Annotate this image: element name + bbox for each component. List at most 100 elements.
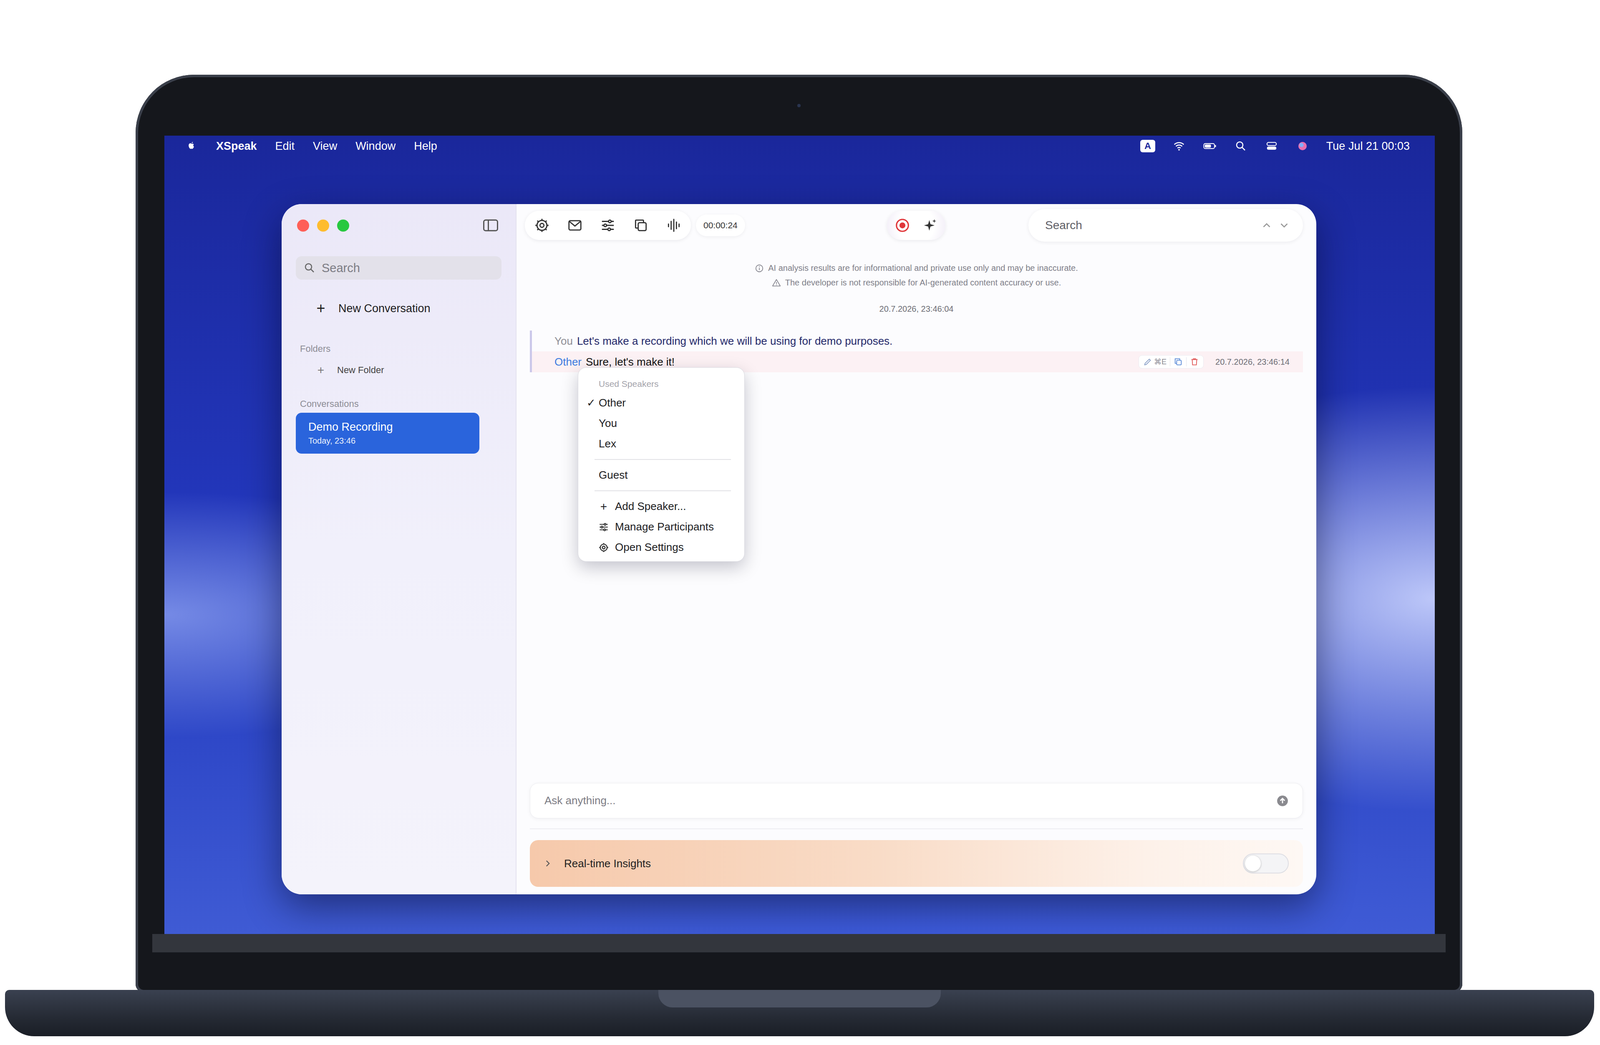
conversation-pane: 00:00:24Search AI analysis results are fo… (516, 204, 1317, 895)
conversation-title: Demo Recording (308, 420, 467, 434)
waveform-icon (665, 217, 682, 234)
control-center-icon[interactable] (1264, 139, 1279, 153)
tool-group (524, 210, 691, 240)
menu-item[interactable]: Window (355, 139, 396, 153)
speaker-label[interactable]: Other (554, 355, 582, 369)
apple-icon[interactable] (185, 139, 198, 153)
speaker-option[interactable]: ✓Other (578, 392, 745, 414)
pencil-icon (1143, 357, 1153, 367)
insights-toggle[interactable] (1242, 853, 1289, 874)
warning-icon (771, 278, 782, 288)
menu-action[interactable]: Open Settings (578, 536, 745, 558)
new-folder-button[interactable]: +New Folder (295, 361, 502, 379)
menu-item[interactable]: View (312, 139, 338, 153)
menu-item[interactable]: Edit (275, 139, 295, 153)
message-row[interactable]: You Let's make a recording which we will … (531, 330, 1303, 352)
wifi-icon[interactable] (1171, 139, 1187, 153)
chevron-up-icon[interactable] (1260, 219, 1273, 232)
search-icon[interactable] (1233, 139, 1248, 153)
zoom-button[interactable] (337, 219, 350, 232)
product-shot: XSpeak Edit View Window Help A Tue Jul 21 00:0… (0, 0, 1600, 1045)
new-conversation-label: New Conversation (338, 302, 431, 315)
sliders-icon (598, 521, 610, 533)
email-button[interactable] (561, 211, 589, 240)
menu-item[interactable]: Help (413, 139, 438, 153)
conversations-heading: Conversations (295, 397, 502, 411)
copy-button[interactable] (627, 211, 655, 240)
sparkle-icon (922, 217, 938, 234)
chat-input[interactable]: Ask anything... (529, 782, 1303, 819)
camera (797, 103, 801, 108)
input-source[interactable]: A (1140, 139, 1156, 153)
sidebar: Search + New Conversation Folders +New Folde… (281, 204, 517, 895)
app-menu[interactable]: XSpeak (216, 139, 258, 153)
sliders-icon (599, 217, 616, 234)
conversation-time: Today, 23:46 (308, 435, 467, 446)
disclaimer-text: AI analysis results are for informationa… (768, 263, 1079, 273)
insights-panel[interactable]: Real-time Insights (529, 839, 1303, 887)
message-timestamp: 20.7.2026, 23:46:14 (1215, 357, 1290, 367)
screen: XSpeak Edit View Window Help A Tue Jul 21 00:0… (164, 135, 1435, 934)
speaker-option[interactable]: Lex (578, 433, 745, 454)
insights-label: Real-time Insights (564, 856, 1243, 870)
send-arrow-icon[interactable] (1276, 794, 1289, 807)
record-button[interactable] (890, 211, 915, 240)
ai-button[interactable] (917, 211, 943, 240)
settings-button[interactable] (528, 211, 556, 240)
speaker-option-label: You (598, 416, 618, 430)
audio-button[interactable] (660, 211, 688, 240)
envelope-icon (566, 217, 583, 234)
guest-option[interactable]: Guest (578, 464, 745, 486)
menu-heading: Used Speakers (578, 375, 745, 393)
message-actions: ⌘E (1138, 355, 1204, 369)
trash-icon[interactable] (1189, 357, 1200, 367)
menu-action[interactable]: + Add Speaker... (578, 496, 745, 517)
title-bar (295, 204, 502, 247)
menu-action-label: Add Speaker... (614, 499, 687, 513)
clock[interactable]: Tue Jul 21 00:03 (1326, 139, 1410, 153)
speaker-option[interactable]: You (578, 413, 745, 434)
divider (529, 828, 1303, 829)
chevron-down-icon[interactable] (1277, 219, 1291, 232)
record-icon (894, 217, 911, 234)
message-row[interactable]: OtherSure, let's make it! ⌘E 20.7.2026, 23… (531, 351, 1303, 373)
minimize-button[interactable] (317, 219, 330, 232)
screen-chin (152, 933, 1446, 953)
chat-placeholder: Ask anything... (544, 793, 1277, 807)
toolbar: 00:00:24Search (524, 209, 1303, 242)
new-conversation-button[interactable]: + New Conversation (295, 296, 502, 320)
edit-button[interactable]: ⌘E (1143, 357, 1167, 367)
menu-bar: XSpeak Edit View Window Help A Tue Jul 21 00:0… (164, 135, 1435, 157)
new-folder-label: New Folder (337, 364, 384, 376)
message-list: You Let's make a recording which we will … (529, 330, 1303, 373)
sidebar-toggle-icon[interactable] (481, 216, 500, 235)
speaker-label[interactable]: You (554, 334, 573, 348)
menu-separator (594, 458, 731, 460)
disclaimer: The developer is not responsible for AI-… (771, 277, 1062, 288)
laptop-base (5, 989, 1595, 1036)
menu-action[interactable]: Manage Participants (578, 516, 745, 537)
speaker-menu: Used Speakers✓Other You Lex Guest + Add Speak… (577, 367, 745, 562)
plus-glyph: + (314, 300, 327, 316)
sidebar-search[interactable]: Search (295, 256, 502, 280)
folders-heading: Folders (295, 342, 502, 356)
search-placeholder: Search (321, 261, 361, 275)
message-text: Sure, let's make it! (585, 355, 675, 369)
chevron-right-icon[interactable] (542, 857, 554, 869)
status-items: A Tue Jul 21 00:03 (1140, 139, 1410, 153)
conversation-item[interactable]: Demo RecordingToday, 23:46 (295, 412, 480, 454)
close-button[interactable] (297, 219, 310, 232)
siri-icon[interactable] (1295, 139, 1310, 153)
lid-notch (658, 989, 941, 1008)
battery-icon[interactable] (1202, 139, 1218, 153)
message-text: Let's make a recording which we will be … (577, 334, 893, 348)
plus-glyph: + (598, 499, 610, 514)
app-window: Search+New ConversationFolders+New Folde… (281, 204, 1317, 895)
laptop-lid: XSpeak Edit View Window Help A Tue Jul 21 00:0… (135, 74, 1463, 993)
adjust-button[interactable] (594, 211, 622, 240)
toggle-knob (1244, 855, 1261, 872)
check-mark: ✓ (586, 396, 599, 410)
copy-icon[interactable] (1173, 357, 1183, 367)
menu-separator (594, 490, 731, 492)
transcript-search[interactable]: Search (1028, 209, 1303, 242)
